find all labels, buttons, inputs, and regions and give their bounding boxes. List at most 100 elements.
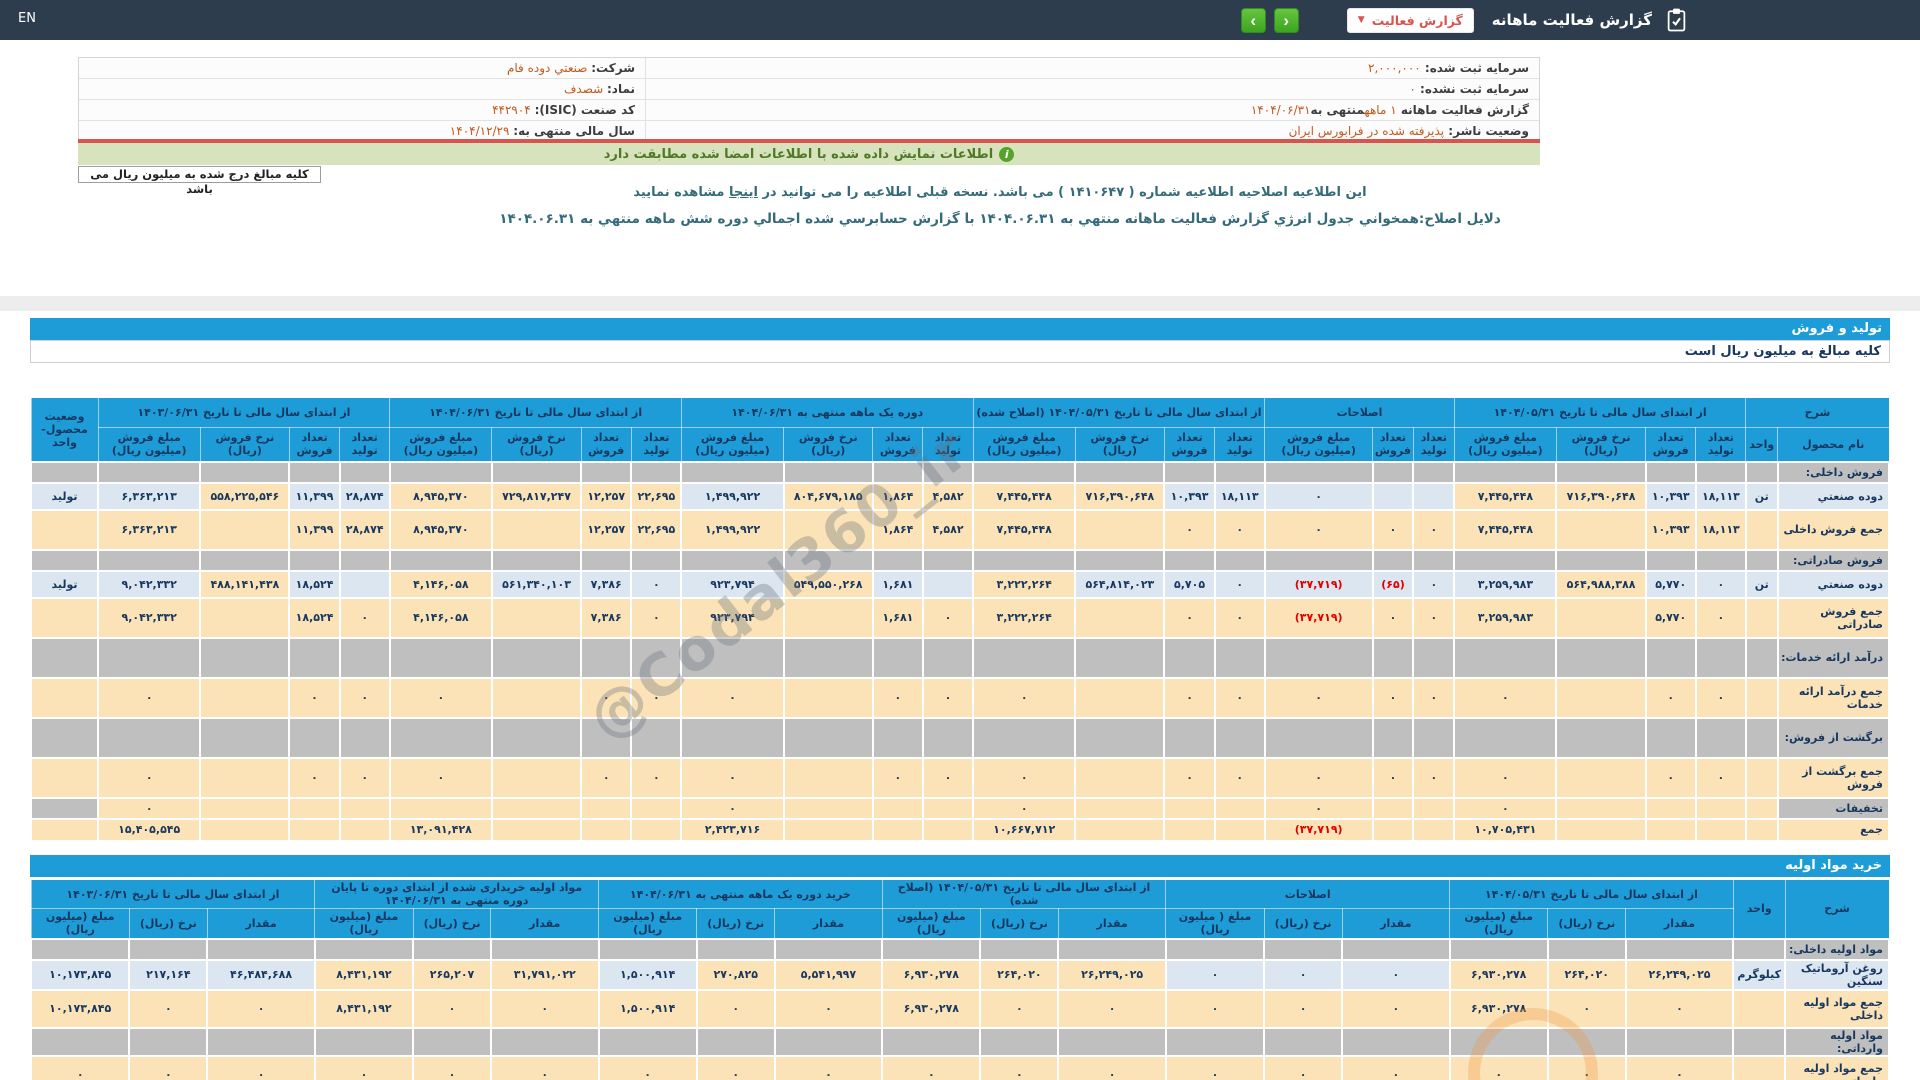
column-header: مواد اولیه خریداری شده از ابتدای دوره تا… <box>314 879 600 909</box>
info-value: ۱۴۰۴/۰۶/۳۱ <box>1250 103 1311 117</box>
next-report-button[interactable]: › <box>1273 7 1299 33</box>
data-cell: ۰ <box>1624 1054 1735 1080</box>
previous-notice-link[interactable]: اینجا <box>729 185 758 200</box>
data-cell: ۰ <box>1263 676 1374 719</box>
data-cell <box>128 1026 209 1057</box>
data-cell <box>782 596 874 639</box>
prev-report-button[interactable]: ‹ <box>1240 7 1266 33</box>
table-row: مواد اولیه داخلی: <box>29 937 1890 961</box>
info-value: ۴۴۲۹۰۴ <box>492 103 531 117</box>
table-row: برگشت از فروش: <box>29 716 1891 759</box>
data-cell <box>921 548 975 572</box>
data-cell: ۰ <box>1644 756 1697 799</box>
amendment-line-1-post: مشاهده نمایید <box>633 185 730 200</box>
column-header: نام محصول <box>1777 427 1890 462</box>
data-cell <box>288 796 341 820</box>
topbar-controls: ‹ › ▼ گزارش فعالیت گزارش فعالیت ماهانه <box>1240 0 1687 40</box>
data-cell: ۳,۲۵۹,۹۸۳ <box>1453 596 1558 639</box>
row-label-cell: جمع <box>1776 817 1891 842</box>
data-cell: ۲۲,۶۹۵ <box>630 481 683 511</box>
table-row: جمع درآمد ارائه خدمات ۰ ۰ ۰ ۰ ۰ ۰ ۰ ۰ ۰ ۰ ۰ ۰ ۰ ۰ ۰ ۰ ۰ ۰ <box>29 676 1891 719</box>
data-cell: ۱۳,۰۹۱,۴۲۸ <box>388 817 493 842</box>
data-cell <box>1744 676 1779 719</box>
data-cell <box>29 716 100 759</box>
data-cell <box>979 1026 1060 1057</box>
column-header: نرخ (ریال) <box>412 908 492 939</box>
data-cell: ۷,۴۴۵,۴۴۸ <box>1453 508 1558 551</box>
data-cell: ۰ <box>1412 756 1456 799</box>
data-cell <box>871 716 924 759</box>
row-label-cell: جمع مواد اولیه داخلی <box>1784 988 1890 1029</box>
language-toggle-en[interactable]: EN <box>18 11 36 26</box>
data-cell <box>489 1026 600 1057</box>
data-cell <box>1412 636 1456 679</box>
data-cell <box>1555 596 1647 639</box>
data-cell: ۱,۴۹۹,۹۲۲ <box>680 508 785 551</box>
purchase-table: شرح واحد از ابتدای سال مالی تا تاریخ ۱۴۰۴/… <box>29 879 1890 1080</box>
table-row: دوده صنعتي تن ۱۸,۱۱۳ ۱۰,۳۹۳ ۷۱۶,۳۹۰,۶۴۸ ۷,۴۴۵… <box>29 481 1891 511</box>
data-cell: (۳۷,۷۱۹) <box>1263 596 1374 639</box>
data-cell: ۰ <box>97 756 202 799</box>
data-cell <box>490 817 583 842</box>
data-cell <box>1744 817 1779 842</box>
data-cell <box>29 756 100 799</box>
column-header: خرید دوره یک ماهه منتهی به ۱۴۰۴/۰۶/۳۱ <box>598 879 883 909</box>
data-cell: ۷۲۹,۸۱۷,۲۴۷ <box>490 481 583 511</box>
table-row: فروش داخلی: <box>29 460 1891 484</box>
data-cell <box>490 636 583 679</box>
data-cell <box>1412 817 1456 842</box>
data-cell: ۰ <box>1371 508 1415 551</box>
row-label-cell: جمع فروش داخلی <box>1776 508 1891 551</box>
data-cell <box>921 796 975 820</box>
data-cell: ۶,۹۳۰,۲۷۸ <box>1448 958 1549 991</box>
data-cell: ۰ <box>921 676 975 719</box>
data-cell <box>1546 1026 1627 1057</box>
data-cell <box>580 817 633 842</box>
data-cell <box>1624 937 1735 961</box>
data-cell: ۲۶۴,۰۲۰ <box>1546 958 1627 991</box>
signature-match-text: اطلاعات نمایش داده شده با اطلاعات امضا ش… <box>603 146 994 162</box>
info-label: وضعیت ناشر: <box>1444 124 1529 138</box>
data-cell: ۱۰,۷۰۵,۴۳۱ <box>1453 817 1558 842</box>
data-cell: ۱,۸۶۴ <box>871 508 924 551</box>
data-cell: ۰ <box>1448 1054 1549 1080</box>
data-cell: ۵,۷۷۰ <box>1644 596 1697 639</box>
data-cell: تولید <box>29 481 100 511</box>
data-cell <box>773 1026 884 1057</box>
data-cell <box>782 756 874 799</box>
info-cell: نماد: شصدف <box>79 79 646 99</box>
row-label-cell: برگشت از فروش: <box>1776 716 1891 759</box>
info-label: سرمایه ثبت نشده: <box>1415 82 1529 96</box>
data-cell <box>782 460 874 484</box>
data-cell <box>29 676 100 719</box>
info-cell: سرمایه ثبت شده: ۲,۰۰۰,۰۰۰ <box>646 58 1539 78</box>
data-cell <box>388 548 493 572</box>
data-cell <box>1074 596 1166 639</box>
data-cell <box>29 1026 131 1057</box>
data-cell <box>206 937 316 961</box>
data-cell: ۱۸,۱۱۳ <box>1213 481 1266 511</box>
info-label: شرکت: <box>591 61 635 75</box>
data-cell: ۵۵۸,۲۲۵,۵۴۶ <box>199 481 291 511</box>
data-cell <box>1694 817 1747 842</box>
column-header: نرخ فروش (ریال) <box>491 427 582 462</box>
data-cell: ۰ <box>1546 1054 1627 1080</box>
data-cell <box>97 548 202 572</box>
data-cell: ۱۰,۳۹۳ <box>1163 481 1216 511</box>
data-cell <box>1263 636 1374 679</box>
data-cell <box>1163 796 1216 820</box>
data-cell <box>1057 937 1167 961</box>
data-cell: ۱۱,۳۹۹ <box>288 481 341 511</box>
table-row: روغن آروماتیک سنگین کیلوگرم ۲۶,۲۴۹,۰۲۵ ۲۶۴,… <box>29 958 1890 991</box>
column-header: مقدار <box>774 908 883 939</box>
info-cell: گزارش فعالیت ماهانه ۱ ماههمنتهی به۱۴۰۴/۰… <box>646 100 1539 120</box>
data-cell <box>1555 676 1647 719</box>
data-cell: ۱,۴۹۹,۹۲۲ <box>680 481 785 511</box>
data-cell <box>388 636 493 679</box>
column-header: مبلغ فروش (میلیون ریال) <box>680 427 785 462</box>
data-cell <box>1555 636 1647 679</box>
data-cell: ۰ <box>979 1054 1060 1080</box>
data-cell: ۷,۳۸۶ <box>580 569 633 599</box>
report-type-dropdown[interactable]: ▼ گزارش فعالیت <box>1346 7 1474 33</box>
data-cell: ۱,۵۰۰,۹۱۴ <box>597 988 698 1029</box>
